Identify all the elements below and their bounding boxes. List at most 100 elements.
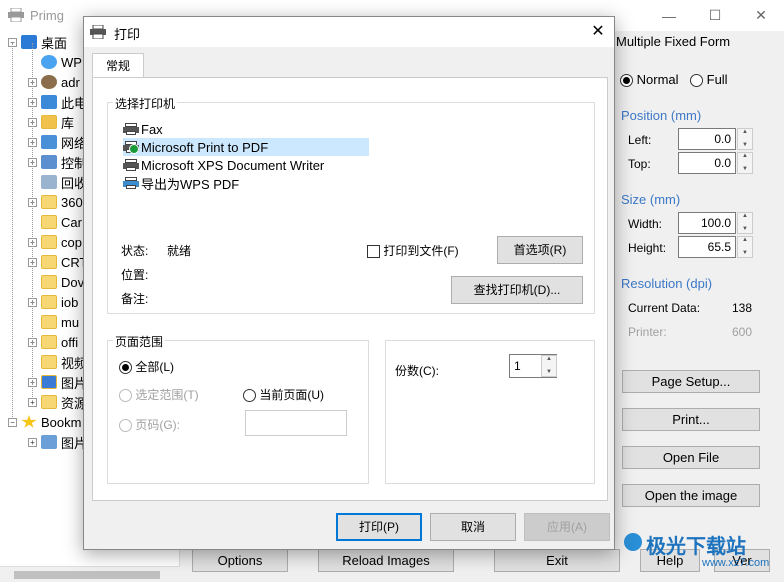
tree-item[interactable]: 回收 — [28, 172, 87, 192]
radio-selected-indicator[interactable] — [119, 361, 132, 375]
printer-item-pdf-selected[interactable]: Microsoft Print to PDF — [123, 138, 369, 156]
folder-icon — [41, 275, 57, 289]
left-label: Left: — [628, 133, 652, 147]
tree-item[interactable]: + 此电 — [28, 92, 87, 112]
page-setup-button[interactable]: Page Setup... — [622, 370, 760, 393]
tree-item-label: iob — [61, 294, 79, 310]
folder-icon — [41, 335, 57, 349]
library-folder-icon — [41, 115, 57, 129]
tree-item[interactable]: + iob — [28, 292, 78, 312]
close-button[interactable]: ✕ — [738, 0, 784, 31]
width-spinner[interactable] — [737, 212, 753, 234]
height-spinner[interactable] — [737, 236, 753, 258]
mode-normal-label: Normal — [636, 72, 679, 87]
tree-item[interactable]: + 图片 — [28, 432, 87, 452]
watermark: 极光下载站 www.xz7.com — [624, 530, 780, 574]
tree-item[interactable]: WP — [28, 52, 82, 72]
tree-item[interactable]: + 库 — [28, 112, 74, 132]
comment-label: 备注: — [121, 292, 149, 306]
printer-name: 导出为WPS PDF — [141, 176, 240, 192]
tree-item[interactable]: − 桌面 — [8, 32, 67, 52]
panel-header: Multiple Fixed Form — [616, 34, 731, 49]
print-button[interactable]: Print... — [622, 408, 760, 431]
tree-item[interactable]: Car — [28, 212, 82, 232]
dialog-close-button[interactable]: ✕ — [586, 21, 610, 43]
desktop-icon — [21, 35, 37, 49]
status-value: 就绪 — [167, 244, 192, 258]
tab-general[interactable]: 常规 — [92, 53, 144, 79]
user-icon — [41, 75, 57, 89]
tree-item[interactable]: + offi — [28, 332, 78, 352]
tree-item-label: Bookm — [41, 414, 82, 430]
printer-app-icon — [8, 8, 24, 22]
folder-icon — [41, 295, 57, 309]
tree-item[interactable]: + CRT — [28, 252, 87, 272]
tree-item[interactable]: − Bookm — [8, 412, 81, 432]
tree-guide-line — [32, 43, 33, 399]
print-dialog: 打印 ✕ 常规 选择打印机 Fax Microsoft Print to PDF… — [83, 16, 615, 550]
image-icon — [41, 435, 57, 449]
top-spinner[interactable] — [737, 152, 753, 174]
radio-selected-indicator[interactable] — [620, 74, 633, 88]
scrollbar-thumb[interactable] — [14, 571, 160, 579]
printer-name: Fax — [141, 121, 163, 137]
printer-item-xps[interactable]: Microsoft XPS Document Writer — [123, 156, 324, 174]
tree-item[interactable]: 视频 — [28, 352, 87, 372]
printer-name: Microsoft XPS Document Writer — [141, 157, 325, 173]
tree-item-label: 桌面 — [41, 35, 68, 51]
tab-panel: 选择打印机 Fax Microsoft Print to PDF Microso… — [92, 77, 608, 501]
printer-item-fax[interactable]: Fax — [123, 120, 163, 138]
height-input[interactable]: 65.5 — [678, 236, 736, 258]
tree-item[interactable]: + 图片 — [28, 372, 87, 392]
minimize-button[interactable]: — — [646, 0, 692, 31]
tree-horizontal-scrollbar[interactable] — [0, 566, 180, 582]
radio-indicator[interactable] — [243, 389, 256, 403]
radio-indicator[interactable] — [690, 74, 703, 88]
tree-item[interactable]: + 控制 — [28, 152, 87, 172]
open-file-button[interactable]: Open File — [622, 446, 760, 469]
open-image-button[interactable]: Open the image — [622, 484, 760, 507]
tree-item[interactable]: + cop — [28, 232, 82, 252]
tree-item[interactable]: + 资源 — [28, 392, 87, 412]
tree-item[interactable]: + 网络 — [28, 132, 87, 152]
tree-item[interactable]: Dov — [28, 272, 84, 292]
printer-icon — [123, 177, 139, 189]
left-input[interactable]: 0.0 — [678, 128, 736, 150]
dialog-cancel-button[interactable]: 取消 — [430, 513, 516, 541]
cloud-icon — [41, 55, 57, 69]
top-input[interactable]: 0.0 — [678, 152, 736, 174]
range-all-radio[interactable]: 全部(L) — [119, 358, 174, 375]
printer-dpi-label: Printer: — [628, 325, 667, 339]
mode-normal-radio[interactable]: Normal — [620, 72, 679, 88]
copies-spinner[interactable] — [541, 355, 557, 377]
range-pages-radio: 页码(G): — [119, 416, 180, 433]
position-title: Position (mm) — [621, 108, 702, 123]
mode-full-radio[interactable]: Full — [690, 72, 728, 88]
reload-images-button[interactable]: Reload Images — [318, 549, 454, 572]
expand-toggle-icon[interactable]: + — [28, 437, 37, 447]
find-printer-button[interactable]: 查找打印机(D)... — [451, 276, 583, 304]
left-spinner[interactable] — [737, 128, 753, 150]
printer-name: Microsoft Print to PDF — [141, 139, 269, 155]
tree-item[interactable]: + adr — [28, 72, 80, 92]
checkbox-box[interactable] — [367, 245, 380, 259]
exit-button[interactable]: Exit — [494, 549, 620, 572]
printer-item-wps[interactable]: 导出为WPS PDF — [123, 174, 239, 192]
shield-folder-icon — [41, 375, 57, 389]
current-data-label: Current Data: — [628, 301, 701, 315]
dialog-print-button[interactable]: 打印(P) — [336, 513, 422, 541]
folder-icon — [41, 395, 57, 409]
tree-item[interactable]: +360 — [28, 192, 83, 212]
maximize-button[interactable]: ☐ — [692, 0, 738, 31]
printer-icon — [90, 25, 106, 39]
range-current-radio[interactable]: 当前页面(U) — [243, 386, 324, 403]
preferences-button[interactable]: 首选项(R) — [497, 236, 583, 264]
width-input[interactable]: 100.0 — [678, 212, 736, 234]
tree-item[interactable]: mu — [28, 312, 79, 332]
folder-icon — [41, 195, 57, 209]
status-label: 状态: — [121, 244, 149, 258]
tree-item-label: mu — [61, 314, 80, 330]
tree-item-label: Car — [61, 214, 82, 230]
options-button[interactable]: Options — [192, 549, 288, 572]
print-to-file-checkbox[interactable]: 打印到文件(F) — [367, 242, 459, 259]
